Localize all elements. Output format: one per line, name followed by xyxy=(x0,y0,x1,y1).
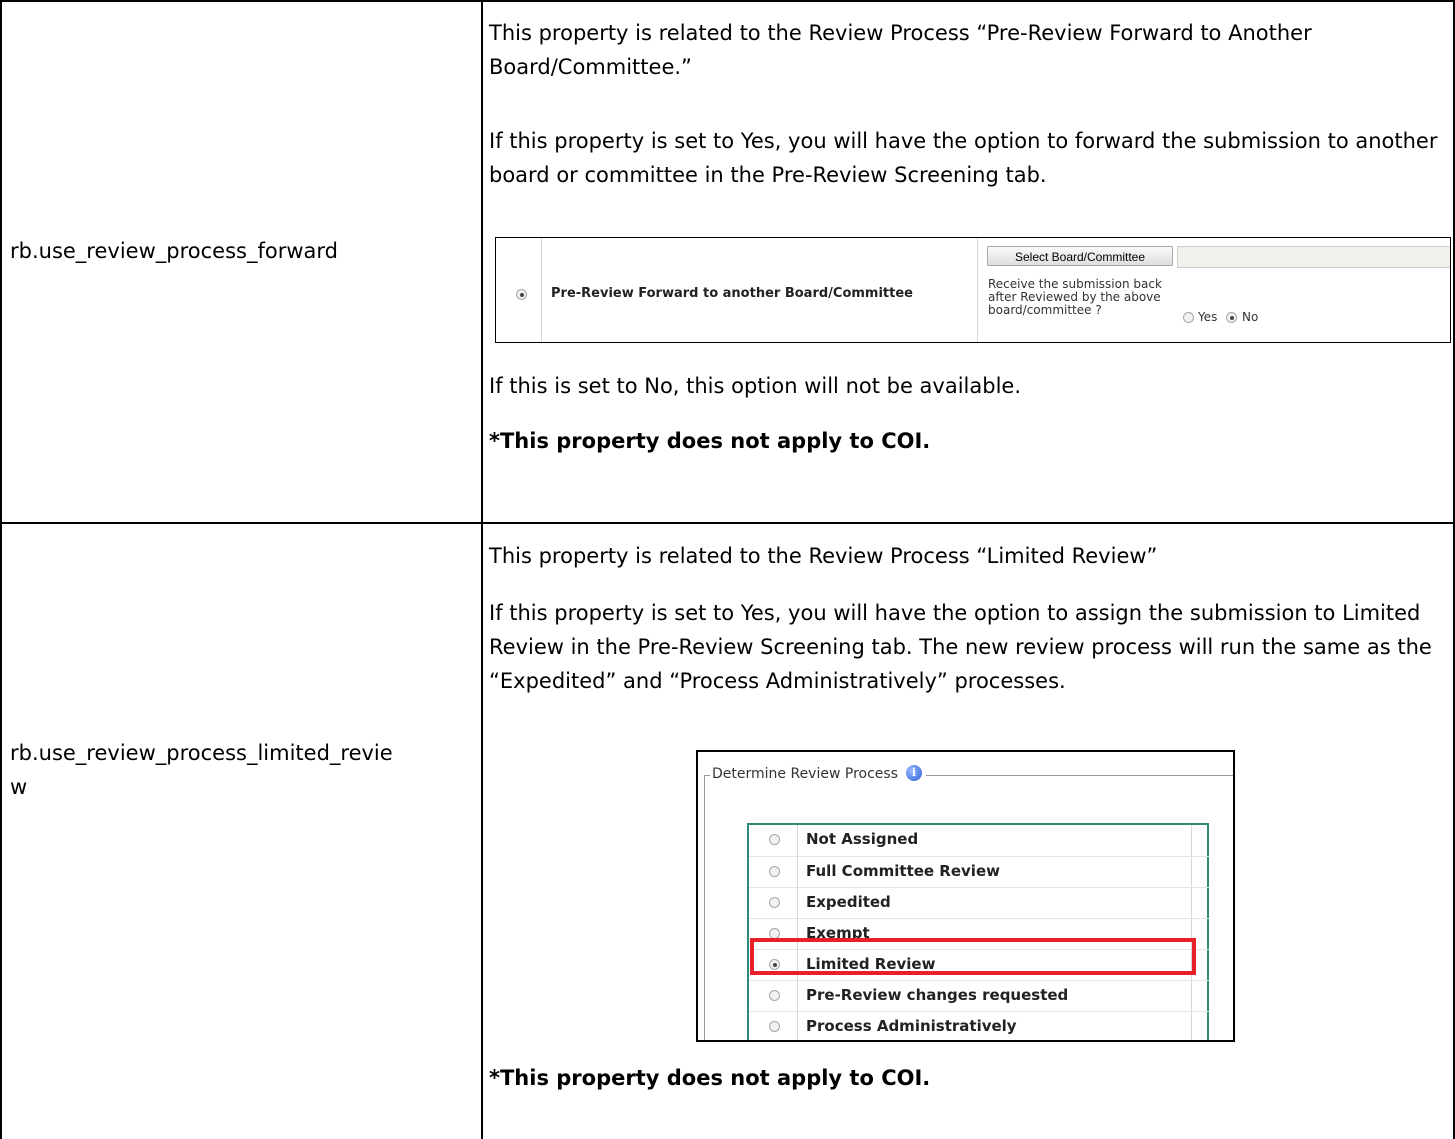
review-option-full-committee[interactable]: Full Committee Review xyxy=(749,856,1209,888)
review-option-label: Full Committee Review xyxy=(806,862,1000,880)
review-option-label: Pre-Review changes requested xyxy=(806,986,1069,1004)
forward-option-screenshot: Pre-Review Forward to another Board/Comm… xyxy=(495,237,1451,343)
radio-button[interactable] xyxy=(769,834,780,845)
radio-button[interactable] xyxy=(769,1021,780,1032)
limited-review-highlight xyxy=(750,938,1196,975)
row2-note: *This property does not apply to COI. xyxy=(489,1066,931,1090)
column-divider xyxy=(481,0,483,1139)
board-name-field[interactable] xyxy=(1177,246,1450,268)
review-process-options: Not Assigned Full Committee Review Exped… xyxy=(747,823,1209,1040)
row2-detail: If this property is set to Yes, you will… xyxy=(489,601,1432,693)
select-board-button[interactable]: Select Board/Committee xyxy=(987,246,1173,266)
info-icon[interactable]: i xyxy=(905,765,922,781)
no-radio[interactable] xyxy=(1226,312,1237,323)
yes-radio[interactable] xyxy=(1183,312,1194,323)
property-name: rb.use_review_process_forward xyxy=(10,239,338,263)
review-option-not-assigned[interactable]: Not Assigned xyxy=(749,825,1209,856)
properties-table: rb.use_review_process_forward This prope… xyxy=(0,0,1455,1139)
property-name-line1: rb.use_review_process_limited_revie xyxy=(10,741,393,765)
row1-detail: If this property is set to Yes, you will… xyxy=(489,129,1438,187)
row1-intro: This property is related to the Review P… xyxy=(489,21,1312,79)
radio-button[interactable] xyxy=(769,866,780,877)
review-option-administratively[interactable]: Process Administratively xyxy=(749,1011,1209,1040)
property-name-line2: w xyxy=(10,775,28,799)
property-name: rb.use_review_process_limited_revie w xyxy=(10,736,393,804)
column-divider xyxy=(541,238,542,342)
review-process-screenshot: Determine Review Process i Not Assigned F… xyxy=(696,750,1235,1042)
review-option-label: Expedited xyxy=(806,893,891,911)
radio-button[interactable] xyxy=(769,990,780,1001)
yes-label: Yes xyxy=(1198,310,1218,324)
column-divider xyxy=(977,238,978,342)
review-option-label: Process Administratively xyxy=(806,1017,1017,1035)
row1-after: If this is set to No, this option will n… xyxy=(489,374,1022,398)
row1-note: *This property does not apply to COI. xyxy=(489,429,931,453)
review-option-label: Not Assigned xyxy=(806,830,919,848)
table-border-top xyxy=(0,0,1455,2)
row2-intro: This property is related to the Review P… xyxy=(489,544,1158,568)
receive-back-question: Receive the submission back after Review… xyxy=(988,277,1162,317)
forward-option-label: Pre-Review Forward to another Board/Comm… xyxy=(551,286,913,301)
radio-button[interactable] xyxy=(769,897,780,908)
table-border-left xyxy=(0,0,2,1139)
no-label: No xyxy=(1242,310,1259,324)
row-divider xyxy=(0,522,1455,524)
review-option-expedited[interactable]: Expedited xyxy=(749,887,1209,919)
forward-option-radio xyxy=(516,289,527,300)
review-process-legend: Determine Review Process i xyxy=(710,765,926,782)
review-option-changes-requested[interactable]: Pre-Review changes requested xyxy=(749,980,1209,1012)
